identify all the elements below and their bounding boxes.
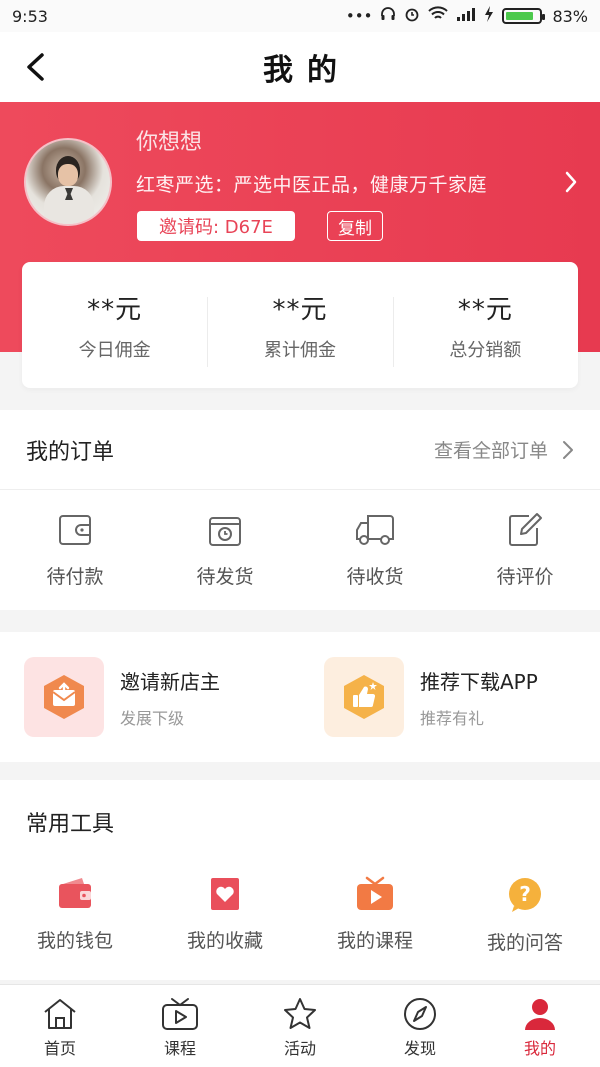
tool-label: 我的课程 [336, 930, 413, 952]
invite-shop-owner-card[interactable]: 邀请新店主 发展下级 [0, 657, 300, 737]
tab-home[interactable]: 首页 [0, 985, 120, 1067]
question-icon: ? [509, 878, 541, 912]
stat-total-commission[interactable]: **元 累计佣金 [207, 289, 392, 367]
tab-discover[interactable]: 发现 [360, 985, 480, 1067]
signal-icon [456, 6, 476, 26]
wifi-icon [428, 6, 449, 26]
stat-total-sales[interactable]: **元 总分销额 [392, 289, 578, 367]
tab-activities[interactable]: 活动 [240, 985, 360, 1067]
headphones-icon [380, 6, 396, 26]
order-pending-review[interactable]: 待评价 [450, 512, 600, 589]
alarm-icon [404, 6, 420, 26]
edit-icon [509, 512, 542, 546]
more-icon: ••• [345, 7, 373, 25]
stat-label: 累计佣金 [263, 339, 336, 361]
tab-label: 课程 [163, 1039, 196, 1058]
tv-icon [162, 998, 198, 1030]
stat-value: **元 [457, 294, 513, 325]
view-all-orders-link[interactable]: 查看全部订单 [434, 436, 574, 463]
stat-value: **元 [87, 294, 143, 325]
chevron-right-icon [563, 440, 573, 459]
tool-label: 我的钱包 [36, 930, 113, 952]
chevron-right-icon[interactable] [564, 170, 578, 198]
tab-label: 首页 [43, 1039, 76, 1058]
tab-label: 发现 [403, 1039, 436, 1058]
tab-label: 我的 [523, 1039, 556, 1058]
home-icon [44, 999, 76, 1029]
tool-my-qa[interactable]: ? 我的问答 [450, 876, 600, 955]
copy-button[interactable]: 复制 [327, 211, 383, 241]
tv-play-icon [357, 876, 393, 910]
promo-subtitle: 发展下级 [120, 708, 185, 728]
thumbs-up-icon [324, 657, 404, 737]
order-pending-payment[interactable]: 待付款 [0, 512, 150, 589]
stat-today-commission[interactable]: **元 今日佣金 [22, 289, 207, 362]
stat-value: **元 [272, 294, 328, 325]
promo-title: 推荐下载APP [420, 669, 538, 694]
promo-subtitle: 推荐有礼 [420, 708, 485, 728]
order-label: 待收货 [346, 565, 404, 588]
order-pending-receipt[interactable]: 待收货 [300, 512, 450, 589]
user-icon [525, 999, 555, 1030]
stat-label: 今日佣金 [78, 339, 151, 361]
status-bar: 9:53 ••• 83% [0, 0, 600, 32]
wallet-icon [59, 514, 91, 545]
compass-icon [404, 998, 436, 1030]
view-all-orders-label: 查看全部订单 [433, 440, 548, 462]
star-icon [284, 998, 316, 1029]
back-button[interactable] [18, 50, 52, 84]
wallet-icon [59, 878, 91, 908]
common-tools-section: 常用工具 我的钱包 我的收藏 我的课程 ? 我的问答 [0, 780, 600, 980]
tool-my-wallet[interactable]: 我的钱包 [0, 876, 150, 955]
tab-courses[interactable]: 课程 [120, 985, 240, 1067]
promo-title: 邀请新店主 [120, 669, 220, 694]
invite-envelope-icon [24, 657, 104, 737]
tools-title: 常用工具 [26, 812, 115, 837]
stat-label: 总分销额 [449, 339, 522, 361]
order-label: 待付款 [46, 565, 104, 588]
package-clock-icon [209, 516, 241, 546]
status-time: 9:53 [12, 6, 48, 26]
charging-icon [484, 6, 494, 26]
tool-my-favorites[interactable]: 我的收藏 [150, 876, 300, 955]
tab-label: 活动 [283, 1039, 316, 1058]
tool-label: 我的问答 [486, 932, 563, 954]
battery-icon [502, 8, 546, 24]
promo-section: 邀请新店主 发展下级 推荐下载APP 推荐有礼 [0, 632, 600, 762]
order-pending-shipment[interactable]: 待发货 [150, 512, 300, 589]
truck-icon [356, 514, 394, 545]
recommend-app-card[interactable]: 推荐下载APP 推荐有礼 [300, 657, 600, 737]
order-label: 待发货 [196, 565, 254, 588]
tool-my-courses[interactable]: 我的课程 [300, 876, 450, 955]
tool-label: 我的收藏 [186, 930, 263, 952]
nav-bar: 我的 [0, 32, 600, 102]
username: 你想想 [136, 130, 203, 155]
battery-percent: 83% [552, 6, 588, 26]
svg-text:?: ? [519, 882, 531, 906]
avatar[interactable] [24, 138, 112, 226]
orders-title: 我的订单 [26, 439, 115, 465]
tab-mine[interactable]: 我的 [480, 985, 600, 1067]
page-title: 我的 [263, 53, 351, 88]
shop-slogan[interactable]: 红枣严选：严选中医正品，健康万千家庭 [136, 170, 487, 197]
invite-code-badge: 邀请码: D67E [137, 211, 295, 241]
order-label: 待评价 [496, 565, 554, 588]
bottom-tab-bar: 首页 课程 活动 发现 我的 [0, 984, 600, 1067]
commission-stats-card: **元 今日佣金 **元 累计佣金 **元 总分销额 [22, 262, 578, 388]
heart-icon [211, 878, 239, 910]
my-orders-section: 我的订单 查看全部订单 待付款 待发货 待收货 待评价 [0, 410, 600, 610]
chevron-left-icon [27, 53, 44, 81]
